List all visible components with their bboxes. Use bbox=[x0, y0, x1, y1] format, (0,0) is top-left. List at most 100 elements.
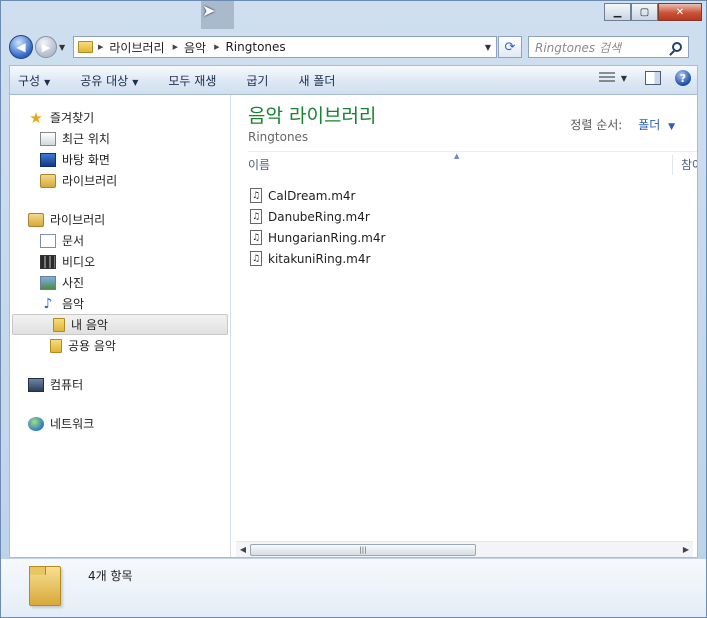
search-icon[interactable] bbox=[672, 42, 682, 52]
sidebar-item-label: 공용 음악 bbox=[68, 339, 116, 353]
column-header-name-label: 이름 bbox=[248, 158, 271, 172]
sidebar-item-network[interactable]: 네트워크 bbox=[10, 413, 230, 434]
help-icon[interactable]: ? bbox=[675, 70, 691, 86]
chevron-down-icon[interactable]: ▼ bbox=[668, 122, 675, 132]
network-icon bbox=[28, 416, 44, 431]
scroll-right-icon[interactable]: ▶ bbox=[679, 545, 693, 554]
list-item[interactable]: ♫ HungarianRing.m4r bbox=[250, 227, 385, 248]
pictures-icon bbox=[40, 275, 56, 290]
library-icon bbox=[28, 212, 44, 227]
file-name: CalDream.m4r bbox=[268, 188, 356, 203]
window-controls: ▁ ▢ ✕ bbox=[604, 3, 702, 21]
share-with-label: 공유 대상 bbox=[80, 73, 129, 88]
file-name: kitakuniRing.m4r bbox=[268, 251, 371, 266]
new-folder-button[interactable]: 새 폴더 bbox=[298, 72, 335, 89]
sidebar-item-label: 문서 bbox=[62, 234, 85, 248]
sidebar-item-label: 라이브러리 bbox=[62, 174, 118, 188]
audio-file-icon: ♫ bbox=[250, 188, 262, 203]
breadcrumb-ringtones[interactable]: Ringtones bbox=[225, 40, 285, 54]
preview-pane-icon[interactable] bbox=[645, 71, 661, 85]
item-count: 4개 항목 bbox=[88, 569, 133, 583]
sidebar-item-label: 즐겨찾기 bbox=[50, 111, 95, 125]
column-header-contributing[interactable]: 참여 bbox=[673, 156, 697, 173]
search-box[interactable]: Ringtones 검색 bbox=[528, 36, 689, 58]
organize-button[interactable]: 구성 ▼ bbox=[18, 72, 50, 89]
share-with-button[interactable]: 공유 대상 ▼ bbox=[80, 72, 138, 89]
sidebar-item-label: 내 음악 bbox=[71, 318, 108, 332]
chevron-down-icon[interactable]: ▼ bbox=[621, 74, 627, 83]
search-input[interactable]: Ringtones 검색 bbox=[535, 39, 672, 56]
burn-button[interactable]: 굽기 bbox=[246, 72, 268, 89]
breadcrumb-music[interactable]: 음악 bbox=[184, 39, 206, 56]
sort-ascending-icon: ▲ bbox=[454, 152, 460, 160]
audio-file-icon: ♫ bbox=[250, 230, 262, 245]
organize-label: 구성 bbox=[18, 73, 41, 88]
list-item[interactable]: ♫ CalDream.m4r bbox=[250, 185, 385, 206]
explorer-body: ★ 즐겨찾기 최근 위치 바탕 화면 라이브러리 라이브러리 문서 비디오 사진… bbox=[9, 95, 698, 558]
scrollbar-track[interactable]: ||| bbox=[250, 543, 679, 556]
column-header-name[interactable]: ▲ 이름 bbox=[248, 152, 672, 177]
computer-icon bbox=[28, 377, 44, 392]
library-subtitle: Ringtones bbox=[248, 130, 309, 144]
library-title: 음악 라이브러리 bbox=[248, 105, 377, 127]
sidebar-item-public-music[interactable]: 공용 음악 bbox=[10, 335, 230, 356]
list-item[interactable]: ♫ DanubeRing.m4r bbox=[250, 206, 385, 227]
sidebar-item-desktop[interactable]: 바탕 화면 bbox=[10, 149, 230, 170]
scrollbar-thumb[interactable]: ||| bbox=[250, 543, 476, 556]
star-icon: ★ bbox=[29, 108, 43, 127]
sidebar-item-videos[interactable]: 비디오 bbox=[10, 251, 230, 272]
minimize-button[interactable]: ▁ bbox=[604, 3, 631, 21]
refresh-button[interactable]: ⟳ bbox=[498, 36, 522, 58]
documents-icon bbox=[40, 233, 56, 248]
title-bar[interactable]: ➤ ▁ ▢ ✕ bbox=[1, 1, 706, 31]
arrange-by: 정렬 순서: 폴더 ▼ bbox=[570, 116, 675, 133]
sidebar-item-music[interactable]: ♪ 음악 bbox=[10, 293, 230, 314]
recent-places-icon bbox=[40, 131, 56, 146]
address-bar[interactable]: ▶ 라이브러리 ▶ 음악 ▶ Ringtones ▼ bbox=[73, 36, 497, 58]
sidebar-item-label: 네트워크 bbox=[50, 417, 95, 431]
folder-icon bbox=[78, 41, 93, 53]
video-icon bbox=[40, 254, 56, 269]
column-header: ▲ 이름 참여 bbox=[248, 151, 697, 177]
recent-pages-dropdown[interactable]: ▼ bbox=[59, 43, 69, 52]
audio-file-icon: ♫ bbox=[250, 209, 262, 224]
close-button[interactable]: ✕ bbox=[658, 3, 702, 21]
sidebar-item-libraries-favorite[interactable]: 라이브러리 bbox=[10, 170, 230, 191]
file-name: DanubeRing.m4r bbox=[268, 209, 370, 224]
arrange-by-dropdown[interactable]: 폴더 bbox=[638, 118, 660, 132]
back-button[interactable]: ◀ bbox=[9, 35, 33, 59]
breadcrumb-libraries[interactable]: 라이브러리 bbox=[109, 39, 164, 56]
folder-icon bbox=[29, 566, 61, 606]
maximize-button[interactable]: ▢ bbox=[631, 3, 658, 21]
view-options-icon[interactable] bbox=[598, 72, 615, 84]
sidebar-item-label: 음악 bbox=[62, 297, 85, 311]
desktop-icon bbox=[40, 152, 56, 167]
sidebar-item-documents[interactable]: 문서 bbox=[10, 230, 230, 251]
navigation-bar: ◀ ▶ ▼ ▶ 라이브러리 ▶ 음악 ▶ Ringtones ▼ ⟳ Ringt… bbox=[9, 34, 698, 60]
forward-button[interactable]: ▶ bbox=[35, 36, 57, 58]
file-view: 음악 라이브러리 Ringtones 정렬 순서: 폴더 ▼ ▲ 이름 참여 ♫ bbox=[232, 95, 697, 557]
sidebar-item-label: 사진 bbox=[62, 276, 85, 290]
sidebar-item-my-music[interactable]: 내 음악 bbox=[12, 314, 228, 335]
folder-icon bbox=[50, 338, 62, 353]
file-name: HungarianRing.m4r bbox=[268, 230, 386, 245]
breadcrumb-separator-icon[interactable]: ▶ bbox=[98, 43, 103, 51]
sidebar-item-pictures[interactable]: 사진 bbox=[10, 272, 230, 293]
navigation-pane: ★ 즐겨찾기 최근 위치 바탕 화면 라이브러리 라이브러리 문서 비디오 사진… bbox=[10, 95, 231, 557]
library-icon bbox=[40, 173, 56, 188]
explorer-window: ➤ ▁ ▢ ✕ ◀ ▶ ▼ ▶ 라이브러리 ▶ 음악 ▶ Ringtones ▼… bbox=[0, 0, 707, 618]
list-item[interactable]: ♫ kitakuniRing.m4r bbox=[250, 248, 385, 269]
breadcrumb-separator-icon[interactable]: ▶ bbox=[214, 43, 219, 51]
breadcrumb-separator-icon[interactable]: ▶ bbox=[173, 43, 178, 51]
horizontal-scrollbar[interactable]: ◀ ||| ▶ bbox=[236, 541, 693, 557]
sidebar-item-recent-places[interactable]: 최근 위치 bbox=[10, 128, 230, 149]
mouse-cursor-icon: ➤ bbox=[202, 1, 216, 20]
address-dropdown-icon[interactable]: ▼ bbox=[480, 43, 496, 52]
sidebar-item-libraries[interactable]: 라이브러리 bbox=[10, 209, 230, 230]
sidebar-item-favorites[interactable]: ★ 즐겨찾기 bbox=[10, 107, 230, 128]
music-note-icon: ♪ bbox=[43, 295, 53, 312]
sidebar-item-computer[interactable]: 컴퓨터 bbox=[10, 374, 230, 395]
folder-icon bbox=[53, 317, 65, 332]
scroll-left-icon[interactable]: ◀ bbox=[236, 545, 250, 554]
play-all-button[interactable]: 모두 재생 bbox=[168, 72, 216, 89]
